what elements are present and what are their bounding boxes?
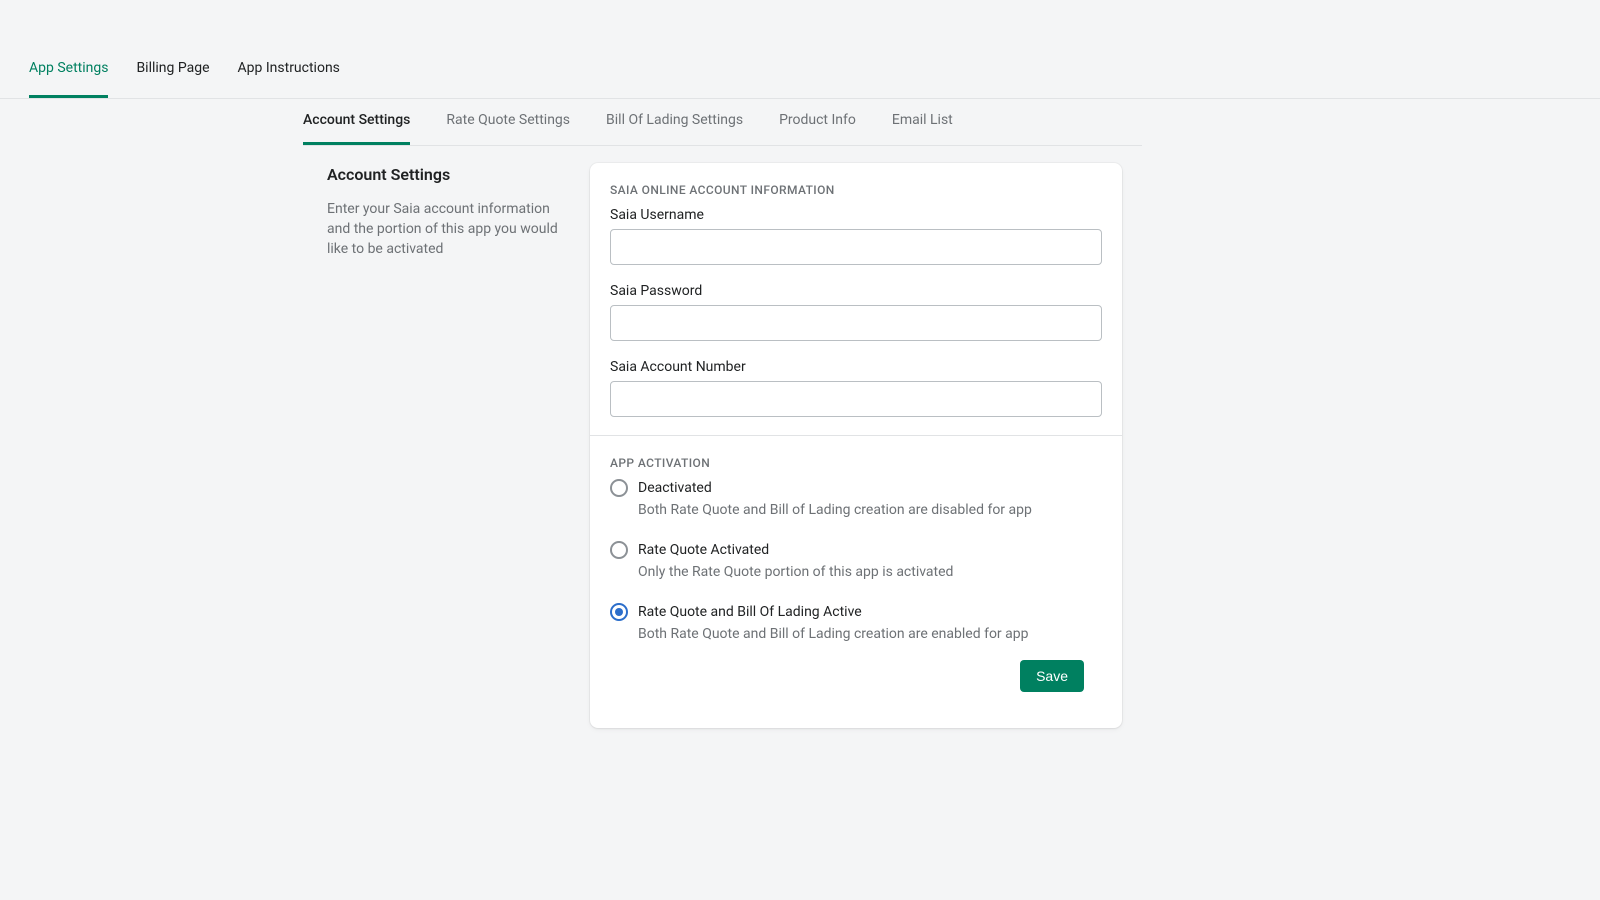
radio-deactivated-label: Deactivated <box>638 478 1102 498</box>
sub-nav-wrap: Account Settings Rate Quote Settings Bil… <box>0 99 1600 146</box>
subtab-bill-of-lading-settings[interactable]: Bill Of Lading Settings <box>606 110 743 145</box>
radio-deactivated[interactable]: Deactivated Both Rate Quote and Bill of … <box>610 478 1102 520</box>
card-footer: Save <box>610 648 1102 710</box>
radio-rate-quote-activated[interactable]: Rate Quote Activated Only the Rate Quote… <box>610 540 1102 582</box>
settings-layout: Account Settings Enter your Saia account… <box>303 146 1142 728</box>
account-info-section: SAIA ONLINE ACCOUNT INFORMATION Saia Use… <box>590 163 1122 435</box>
section-heading: Account Settings <box>327 163 570 187</box>
field-saia-account-number: Saia Account Number <box>610 357 1102 417</box>
field-saia-username: Saia Username <box>610 205 1102 265</box>
save-button[interactable]: Save <box>1020 660 1084 692</box>
radio-deactivated-help: Both Rate Quote and Bill of Lading creat… <box>638 500 1102 520</box>
label-saia-username: Saia Username <box>610 205 1102 225</box>
label-saia-password: Saia Password <box>610 281 1102 301</box>
sub-nav: Account Settings Rate Quote Settings Bil… <box>303 99 1142 146</box>
account-info-title: SAIA ONLINE ACCOUNT INFORMATION <box>610 183 1102 197</box>
account-settings-card: SAIA ONLINE ACCOUNT INFORMATION Saia Use… <box>590 163 1122 728</box>
app-activation-title: APP ACTIVATION <box>610 456 1102 470</box>
input-saia-password[interactable] <box>610 305 1102 341</box>
tab-app-instructions[interactable]: App Instructions <box>238 55 340 98</box>
radio-rate-quote-activated-btn[interactable] <box>610 541 628 559</box>
subtab-account-settings[interactable]: Account Settings <box>303 110 410 145</box>
field-saia-password: Saia Password <box>610 281 1102 341</box>
subtab-rate-quote-settings[interactable]: Rate Quote Settings <box>446 110 570 145</box>
top-nav: App Settings Billing Page App Instructio… <box>0 0 1600 99</box>
app-activation-section: APP ACTIVATION Deactivated Both Rate Quo… <box>590 435 1122 728</box>
tab-app-settings[interactable]: App Settings <box>29 55 108 98</box>
radio-rate-quote-bol-active-help: Both Rate Quote and Bill of Lading creat… <box>638 624 1102 644</box>
tab-billing-page[interactable]: Billing Page <box>136 55 209 98</box>
radio-deactivated-btn[interactable] <box>610 479 628 497</box>
input-saia-username[interactable] <box>610 229 1102 265</box>
radio-rate-quote-activated-label: Rate Quote Activated <box>638 540 1102 560</box>
radio-rate-quote-bol-active[interactable]: Rate Quote and Bill Of Lading Active Bot… <box>610 602 1102 644</box>
radio-rate-quote-bol-active-label: Rate Quote and Bill Of Lading Active <box>638 602 1102 622</box>
activation-radio-group: Deactivated Both Rate Quote and Bill of … <box>610 478 1102 644</box>
subtab-email-list[interactable]: Email List <box>892 110 953 145</box>
radio-rate-quote-bol-active-btn[interactable] <box>610 603 628 621</box>
input-saia-account-number[interactable] <box>610 381 1102 417</box>
section-description: Enter your Saia account information and … <box>327 199 570 259</box>
subtab-product-info[interactable]: Product Info <box>779 110 856 145</box>
label-saia-account-number: Saia Account Number <box>610 357 1102 377</box>
radio-rate-quote-activated-help: Only the Rate Quote portion of this app … <box>638 562 1102 582</box>
settings-sidebar: Account Settings Enter your Saia account… <box>303 163 570 728</box>
